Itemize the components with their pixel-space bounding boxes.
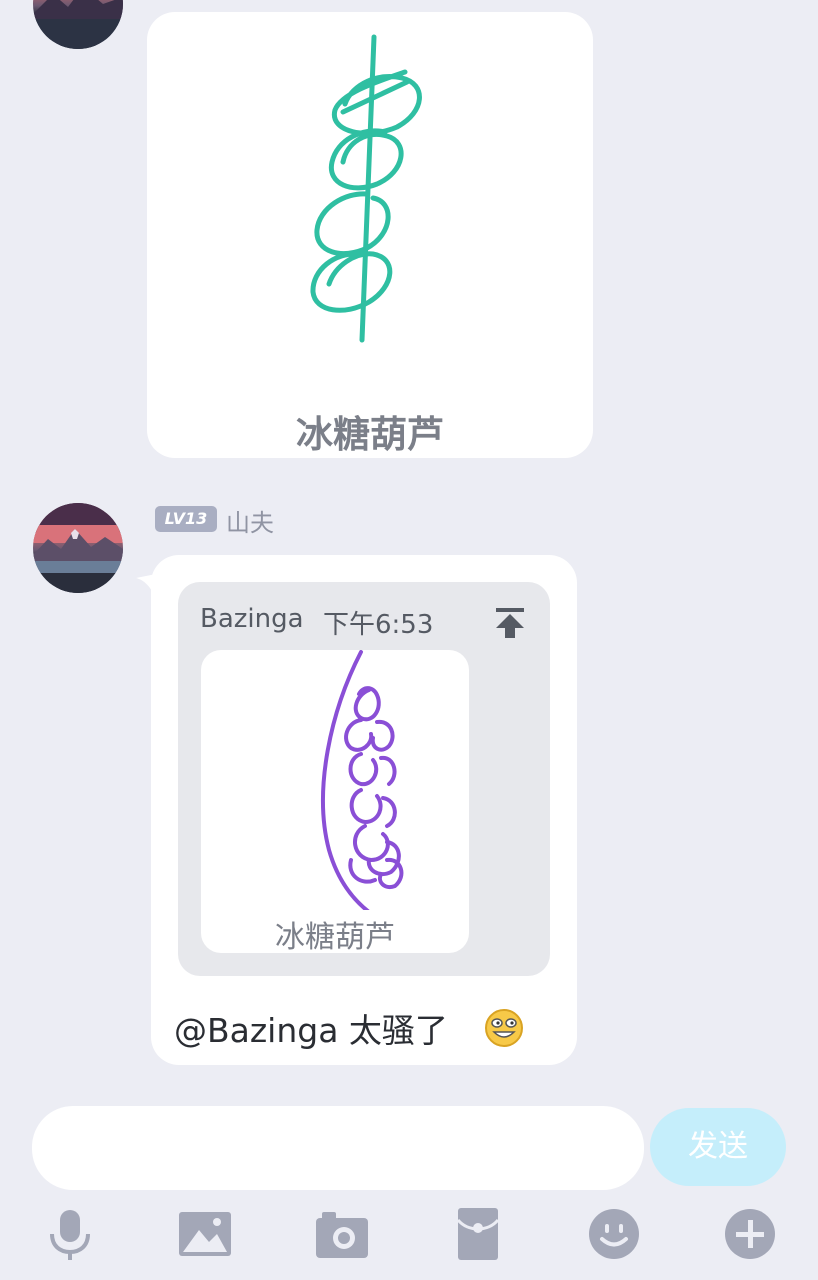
send-button[interactable]: 发送 xyxy=(650,1108,786,1186)
scroll-to-top-icon[interactable] xyxy=(494,606,526,640)
camera-icon[interactable] xyxy=(314,1206,370,1262)
plus-icon[interactable] xyxy=(722,1206,778,1262)
drawing-caption: 冰糖葫芦 xyxy=(275,920,395,955)
message-text: @Bazinga 太骚了 xyxy=(174,1004,448,1052)
grin-emoji-icon xyxy=(485,1009,523,1047)
username[interactable]: 山夫 xyxy=(226,503,274,538)
drawing-message-card[interactable]: 冰糖葫芦 xyxy=(147,12,593,458)
emoji-icon[interactable] xyxy=(586,1206,642,1262)
drawing-caption: 冰糖葫芦 xyxy=(296,413,444,456)
avatar[interactable] xyxy=(33,503,123,593)
quoted-message[interactable]: Bazinga 下午6:53 冰糖葫芦 xyxy=(178,582,550,976)
red-packet-icon[interactable] xyxy=(450,1206,506,1262)
message-text-content: @Bazinga 太骚了 xyxy=(174,1011,448,1050)
message-input[interactable] xyxy=(32,1106,644,1190)
drawing-image xyxy=(321,650,404,910)
drawing-image xyxy=(310,34,422,343)
microphone-icon[interactable] xyxy=(42,1206,98,1262)
quoted-drawing-card[interactable]: 冰糖葫芦 xyxy=(201,650,469,955)
avatar[interactable] xyxy=(33,0,123,49)
image-icon[interactable] xyxy=(177,1206,233,1262)
quoted-author: Bazinga xyxy=(200,604,304,634)
quoted-time: 下午6:53 xyxy=(323,610,434,640)
level-badge: LV13 xyxy=(155,506,217,532)
